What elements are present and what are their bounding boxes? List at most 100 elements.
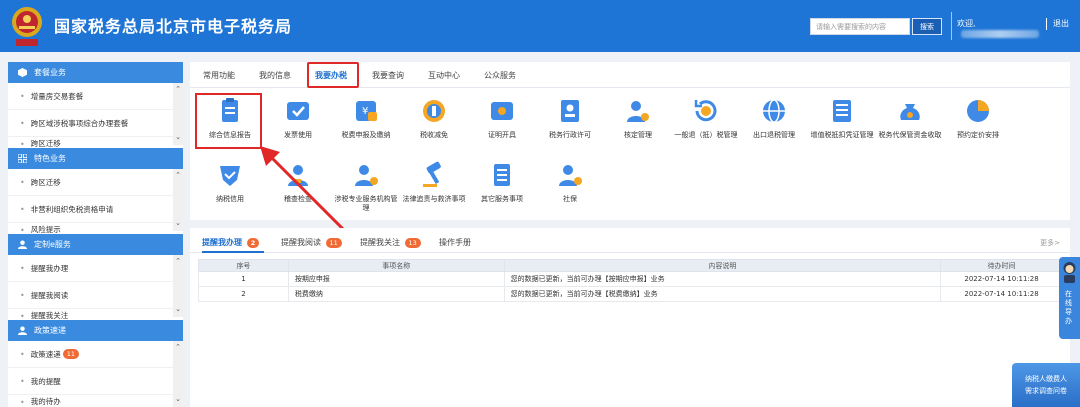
col-header: 序号 <box>198 259 289 272</box>
robot-avatar-icon <box>1063 262 1076 283</box>
sidebar-scrollbar[interactable]: ⌃ ⌄ <box>173 255 183 317</box>
col-header: 事项名称 <box>287 259 505 272</box>
sidebar-section-header[interactable]: 套餐业务 <box>8 62 183 83</box>
bullet-icon: • <box>20 376 25 386</box>
func-vat-deduction[interactable]: 增值税抵扣凭证管理 <box>808 96 876 156</box>
func-refund[interactable]: 一般退（抵）税管理 <box>672 96 740 156</box>
func-legal-remedy[interactable]: 法律追责与救济事项 <box>400 160 468 220</box>
search-button[interactable]: 搜索 <box>912 18 942 35</box>
sidebar-scrollbar[interactable]: ⌃ ⌄ <box>173 83 183 145</box>
scroll-down-icon[interactable]: ⌄ <box>174 305 182 313</box>
scroll-down-icon[interactable]: ⌄ <box>174 395 182 403</box>
table-header-row: 序号 事项名称 内容说明 待办时间 <box>198 259 1063 272</box>
chart-icon <box>967 100 989 122</box>
sidebar-section-special: 特色业务 • 跨区迁移 • 非营利组织免税资格申请 • 风险提示 ⌃ ⌄ <box>8 148 183 236</box>
sidebar-item-label: 跨区域涉税事项综合办理套餐 <box>30 118 129 128</box>
search-input[interactable]: 请输入需要搜索的内容 <box>810 18 910 35</box>
sidebar-section-policy: 政策速递 • 政策速递 11 • 我的提醒 • 我的待办 ⌃ ⌄ <box>8 320 183 407</box>
scroll-down-icon[interactable]: ⌄ <box>174 219 182 227</box>
scroll-up-icon[interactable]: ⌃ <box>174 257 182 265</box>
bullet-icon: • <box>20 290 25 300</box>
top-header: 国家税务总局北京市电子税务局 请输入需要搜索的内容 搜索 欢迎, 退出 <box>0 0 1080 52</box>
func-export-refund[interactable]: 出口退税管理 <box>740 96 808 156</box>
todo-table: 序号 事项名称 内容说明 待办时间 1 按期应申报 您的数据已更新，当前可办理【… <box>198 259 1063 302</box>
func-certificate[interactable]: 证明开具 <box>468 96 536 156</box>
tab-remind-handle[interactable]: 提醒我办理 2 <box>202 237 260 248</box>
sidebar-item[interactable]: • 增量房交易套餐 <box>8 83 183 110</box>
scroll-up-icon[interactable]: ⌃ <box>174 343 182 351</box>
tab-common[interactable]: 常用功能 <box>203 70 235 81</box>
sidebar-item[interactable]: • 我的提醒 <box>8 368 183 395</box>
func-label: 一般退（抵）税管理 <box>674 131 738 139</box>
money-bag-icon <box>900 104 920 120</box>
invoice-icon <box>287 102 309 120</box>
box-icon <box>18 68 27 77</box>
scroll-up-icon[interactable]: ⌃ <box>174 171 182 179</box>
count-badge: 13 <box>404 238 421 248</box>
table-cell: 2022-07-14 10:11:28 <box>940 286 1063 302</box>
svg-text:¥: ¥ <box>362 106 368 117</box>
online-guide-button[interactable]: 在线导办 <box>1059 257 1080 339</box>
sidebar-item-label: 我的提醒 <box>30 376 61 386</box>
online-guide-label: 在线导办 <box>1065 290 1072 325</box>
survey-banner[interactable]: 纳税人缴费人 需求调查问卷 <box>1012 363 1080 407</box>
sidebar-item[interactable]: • 提醒我办理 <box>8 255 183 282</box>
sidebar-scrollbar[interactable]: ⌃ ⌄ <box>173 341 183 407</box>
scroll-down-icon[interactable]: ⌄ <box>174 133 182 141</box>
table-cell[interactable]: 税费缴纳 <box>287 286 505 302</box>
tab-my-info[interactable]: 我的信息 <box>259 70 291 81</box>
table-cell: 2 <box>198 286 289 302</box>
func-assessment[interactable]: 核定管理 <box>604 96 672 156</box>
refund-icon <box>694 100 717 122</box>
bullet-icon: • <box>20 349 25 359</box>
highlight-box-tab <box>307 62 359 88</box>
person-gear-icon <box>627 101 649 122</box>
func-social-security[interactable]: 社保 <box>536 160 604 220</box>
sidebar-scrollbar[interactable]: ⌃ ⌄ <box>173 169 183 231</box>
shield-icon <box>220 166 240 186</box>
func-label: 出口退税管理 <box>753 131 795 139</box>
table-row[interactable]: 1 按期应申报 您的数据已更新，当前可办理【按期应申报】业务 2022-07-1… <box>198 271 1063 287</box>
bullet-icon: • <box>20 263 25 273</box>
user-icon <box>18 240 27 249</box>
tab-remind-follow[interactable]: 提醒我关注 13 <box>360 237 421 248</box>
func-admin-permit[interactable]: 税务行政许可 <box>536 96 604 156</box>
func-custody-fund[interactable]: 税务代保管资金收取 <box>876 96 944 156</box>
sidebar-item[interactable]: • 跨区迁移 <box>8 169 183 196</box>
header-divider <box>1046 18 1047 30</box>
sidebar-item-label: 提醒我办理 <box>30 263 69 273</box>
tab-interaction[interactable]: 互动中心 <box>428 70 460 81</box>
tab-public-service[interactable]: 公众服务 <box>484 70 516 81</box>
sidebar-section-header[interactable]: 政策速递 <box>8 320 183 341</box>
table-cell: 1 <box>198 271 289 287</box>
tab-remind-read[interactable]: 提醒我阅读 11 <box>281 237 342 248</box>
sidebar-item[interactable]: • 跨区域涉税事项综合办理套餐 <box>8 110 183 137</box>
logout-link[interactable]: 退出 <box>1053 18 1069 29</box>
func-other-services[interactable]: 其它服务事项 <box>468 160 536 220</box>
sidebar-section-header[interactable]: 特色业务 <box>8 148 183 169</box>
sidebar-item[interactable]: • 非营利组织免税资格申请 <box>8 196 183 223</box>
tax-declare-icon: ¥ <box>356 101 377 121</box>
func-tax-reduction[interactable]: 税收减免 <box>400 96 468 156</box>
header-divider <box>951 12 952 40</box>
table-row[interactable]: 2 税费缴纳 您的数据已更新，当前可办理【税费缴纳】业务 2022-07-14 … <box>198 286 1063 302</box>
sidebar: 套餐业务 • 增量房交易套餐 • 跨区域涉税事项综合办理套餐 • 跨区迁移 ⌃ ⌄ 特… <box>8 62 183 407</box>
sidebar-section-header[interactable]: 定制e服务 <box>8 234 183 255</box>
table-cell[interactable]: 按期应申报 <box>287 271 505 287</box>
col-header: 待办时间 <box>940 259 1063 272</box>
sidebar-item[interactable]: • 我的待办 <box>8 395 183 407</box>
list-icon <box>494 164 510 186</box>
tab-query[interactable]: 我要查询 <box>372 70 404 81</box>
func-pricing[interactable]: 预约定价安排 <box>944 96 1012 156</box>
sidebar-item[interactable]: • 政策速递 11 <box>8 341 183 368</box>
scroll-up-icon[interactable]: ⌃ <box>174 85 182 93</box>
bullet-icon: • <box>20 177 25 187</box>
count-badge: 11 <box>62 349 79 359</box>
more-link[interactable]: 更多> <box>1040 238 1060 248</box>
tab-manual[interactable]: 操作手册 <box>439 237 471 248</box>
bullet-icon: • <box>20 398 25 407</box>
sidebar-item[interactable]: • 提醒我阅读 <box>8 282 183 309</box>
func-label: 税收减免 <box>420 131 448 139</box>
sidebar-item-label: 跨区迁移 <box>30 177 61 187</box>
sidebar-item-label: 非营利组织免税资格申请 <box>30 204 114 214</box>
